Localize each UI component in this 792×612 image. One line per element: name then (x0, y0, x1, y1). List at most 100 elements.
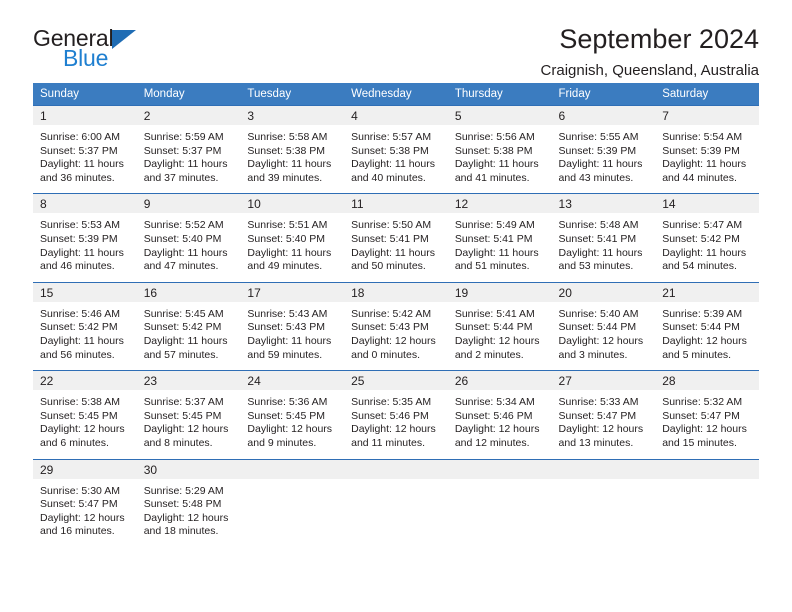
calendar-day-cell[interactable]: 3 Sunrise: 5:58 AM Sunset: 5:38 PM Daylight… (240, 104, 345, 194)
calendar-day-cell[interactable]: 29 Sunrise: 5:30 AM Sunset: 5:47 PM Dayligh… (33, 458, 137, 547)
calendar-day-cell[interactable]: 14 Sunrise: 5:47 AM Sunset: 5:42 PM Dayligh… (655, 193, 759, 283)
day-details (655, 479, 759, 539)
day-detail-sunrise: Sunrise: 5:38 AM (40, 396, 120, 409)
page-header: General Blue September 2024 Craignish, Q… (33, 0, 759, 79)
calendar-day-cell[interactable]: 15 Sunrise: 5:46 AM Sunset: 5:42 PM Dayligh… (33, 281, 137, 371)
day-number: 10 (240, 194, 345, 214)
calendar-day-cell-empty (655, 458, 759, 547)
day-details: Sunrise: 5:54 AM Sunset: 5:39 PM Daylight:… (655, 125, 759, 193)
day-detail-sunrise: Sunrise: 5:58 AM (247, 131, 328, 143)
day-detail-daylight-2: and 50 minutes. (351, 260, 426, 273)
calendar-header-row: Sunday Monday Tuesday Wednesday Thursday… (33, 83, 759, 106)
calendar-day-cell[interactable]: 24 Sunrise: 5:36 AM Sunset: 5:45 PM Dayligh… (240, 370, 345, 459)
day-number: 1 (33, 106, 137, 125)
calendar-week-row: 1 Sunrise: 6:00 AM Sunset: 5:37 PM Daylight… (33, 104, 759, 194)
day-detail-sunset: Sunset: 5:37 PM (40, 144, 118, 157)
day-details: Sunrise: 5:59 AM Sunset: 5:37 PM Daylight:… (137, 125, 241, 193)
day-detail-daylight-2: and 11 minutes. (351, 436, 426, 449)
day-detail-daylight-2: and 44 minutes. (662, 171, 737, 184)
day-detail-daylight-1: Daylight: 12 hours (558, 423, 644, 436)
day-number: 5 (447, 106, 552, 125)
day-detail-daylight-1: Daylight: 12 hours (247, 423, 333, 436)
day-detail-daylight-1: Daylight: 11 hours (247, 334, 332, 347)
calendar-day-cell[interactable]: 4 Sunrise: 5:57 AM Sunset: 5:38 PM Daylight… (344, 104, 448, 194)
calendar-day-cell[interactable]: 7 Sunrise: 5:54 AM Sunset: 5:39 PM Daylight… (655, 104, 759, 194)
day-details: Sunrise: 5:42 AM Sunset: 5:43 PM Daylight:… (344, 302, 448, 370)
day-detail-sunset: Sunset: 5:42 PM (143, 321, 222, 334)
day-number: 26 (447, 371, 552, 391)
general-blue-logo[interactable]: General Blue (33, 27, 253, 79)
calendar-day-cell[interactable]: 6 Sunrise: 5:55 AM Sunset: 5:39 PM Daylight… (551, 104, 656, 194)
day-detail-daylight-1: Daylight: 11 hours (143, 334, 228, 347)
day-detail-daylight-1: Daylight: 12 hours (558, 334, 644, 347)
calendar-day-cell[interactable]: 18 Sunrise: 5:42 AM Sunset: 5:43 PM Dayligh… (344, 281, 448, 371)
calendar-table: Sunday Monday Tuesday Wednesday Thursday… (33, 83, 759, 547)
day-number: 7 (655, 106, 759, 125)
weekday-header-sunday: Sunday (33, 83, 137, 106)
calendar-day-cell[interactable]: 28 Sunrise: 5:32 AM Sunset: 5:47 PM Dayligh… (655, 370, 759, 459)
calendar-day-cell[interactable]: 11 Sunrise: 5:50 AM Sunset: 5:41 PM Dayligh… (344, 193, 448, 283)
day-details: Sunrise: 5:56 AM Sunset: 5:38 PM Daylight:… (448, 125, 552, 193)
day-details: Sunrise: 5:55 AM Sunset: 5:39 PM Daylight:… (552, 125, 656, 193)
day-detail-sunset: Sunset: 5:42 PM (662, 232, 740, 245)
day-detail-daylight-1: Daylight: 11 hours (40, 246, 124, 259)
calendar-day-cell[interactable]: 8 Sunrise: 5:53 AM Sunset: 5:39 PM Daylight… (33, 193, 137, 283)
day-detail-sunrise: Sunrise: 5:32 AM (662, 396, 743, 409)
calendar-day-cell[interactable]: 27 Sunrise: 5:33 AM Sunset: 5:47 PM Dayligh… (551, 370, 656, 459)
day-detail-daylight-2: and 51 minutes. (454, 260, 530, 273)
calendar-day-cell[interactable]: 16 Sunrise: 5:45 AM Sunset: 5:42 PM Dayligh… (136, 281, 241, 371)
day-detail-sunset: Sunset: 5:44 PM (558, 321, 637, 334)
calendar-day-cell[interactable]: 25 Sunrise: 5:35 AM Sunset: 5:46 PM Dayligh… (344, 370, 448, 459)
day-detail-daylight-2: and 6 minutes. (40, 436, 109, 449)
day-detail-sunrise: Sunrise: 5:57 AM (351, 131, 432, 143)
day-detail-sunrise: Sunrise: 5:53 AM (40, 219, 120, 232)
calendar-day-cell-empty (240, 458, 345, 547)
day-detail-daylight-2: and 54 minutes. (662, 260, 737, 273)
day-details: Sunrise: 5:50 AM Sunset: 5:41 PM Daylight:… (344, 213, 448, 281)
day-detail-daylight-1: Daylight: 12 hours (40, 511, 125, 524)
calendar-day-cell[interactable]: 21 Sunrise: 5:39 AM Sunset: 5:44 PM Dayligh… (655, 281, 759, 371)
day-detail-daylight-1: Daylight: 11 hours (351, 158, 435, 171)
calendar-day-cell[interactable]: 13 Sunrise: 5:48 AM Sunset: 5:41 PM Dayligh… (551, 193, 656, 283)
calendar-day-cell[interactable]: 22 Sunrise: 5:38 AM Sunset: 5:45 PM Dayligh… (33, 370, 137, 459)
day-detail-daylight-1: Daylight: 11 hours (40, 334, 124, 347)
day-detail-daylight-2: and 56 minutes. (40, 348, 115, 361)
calendar-day-cell[interactable]: 26 Sunrise: 5:34 AM Sunset: 5:46 PM Dayligh… (447, 370, 552, 459)
day-details: Sunrise: 5:49 AM Sunset: 5:41 PM Daylight:… (448, 213, 552, 281)
day-detail-daylight-1: Daylight: 11 hours (454, 246, 539, 259)
calendar-day-cell[interactable]: 2 Sunrise: 5:59 AM Sunset: 5:37 PM Daylight… (136, 104, 241, 194)
calendar-day-cell[interactable]: 19 Sunrise: 5:41 AM Sunset: 5:44 PM Dayligh… (447, 281, 552, 371)
weekday-header-saturday: Saturday (655, 83, 759, 106)
calendar-day-cell[interactable]: 1 Sunrise: 6:00 AM Sunset: 5:37 PM Daylight… (33, 104, 137, 194)
day-details (448, 479, 552, 539)
day-detail-sunrise: Sunrise: 5:29 AM (143, 484, 224, 497)
day-number: 28 (655, 371, 759, 391)
calendar-day-cell[interactable]: 12 Sunrise: 5:49 AM Sunset: 5:41 PM Dayligh… (447, 193, 552, 283)
calendar-day-cell[interactable]: 5 Sunrise: 5:56 AM Sunset: 5:38 PM Daylight… (447, 104, 552, 194)
day-detail-daylight-2: and 39 minutes. (247, 171, 323, 184)
day-number: 12 (447, 194, 552, 214)
day-detail-sunrise: Sunrise: 5:54 AM (662, 131, 743, 143)
day-details: Sunrise: 5:43 AM Sunset: 5:43 PM Daylight:… (240, 302, 344, 370)
calendar-day-cell[interactable]: 10 Sunrise: 5:51 AM Sunset: 5:40 PM Dayligh… (240, 193, 345, 283)
day-detail-sunset: Sunset: 5:41 PM (454, 232, 533, 245)
calendar-day-cell[interactable]: 30 Sunrise: 5:29 AM Sunset: 5:48 PM Dayligh… (136, 458, 241, 547)
day-number: 18 (344, 282, 448, 302)
day-details: Sunrise: 5:48 AM Sunset: 5:41 PM Daylight:… (552, 213, 656, 281)
day-detail-daylight-2: and 43 minutes. (558, 171, 634, 184)
calendar-day-cell[interactable]: 23 Sunrise: 5:37 AM Sunset: 5:45 PM Dayligh… (136, 370, 241, 459)
day-number: 14 (655, 194, 759, 214)
calendar-day-cell[interactable]: 9 Sunrise: 5:52 AM Sunset: 5:40 PM Daylight… (136, 193, 241, 283)
calendar-day-cell[interactable]: 20 Sunrise: 5:40 AM Sunset: 5:44 PM Dayligh… (551, 281, 656, 371)
day-detail-sunset: Sunset: 5:46 PM (454, 409, 533, 422)
day-detail-daylight-2: and 18 minutes. (143, 525, 219, 538)
day-details (552, 479, 656, 539)
day-number: 9 (136, 194, 241, 214)
day-detail-daylight-1: Daylight: 12 hours (454, 334, 540, 347)
calendar-day-cell[interactable]: 17 Sunrise: 5:43 AM Sunset: 5:43 PM Dayligh… (240, 281, 345, 371)
day-number: 30 (136, 459, 241, 479)
calendar-day-cell-empty (447, 458, 552, 547)
day-details: Sunrise: 5:46 AM Sunset: 5:42 PM Daylight:… (33, 302, 137, 370)
day-number: 20 (551, 282, 656, 302)
day-detail-daylight-1: Daylight: 11 hours (351, 246, 435, 259)
